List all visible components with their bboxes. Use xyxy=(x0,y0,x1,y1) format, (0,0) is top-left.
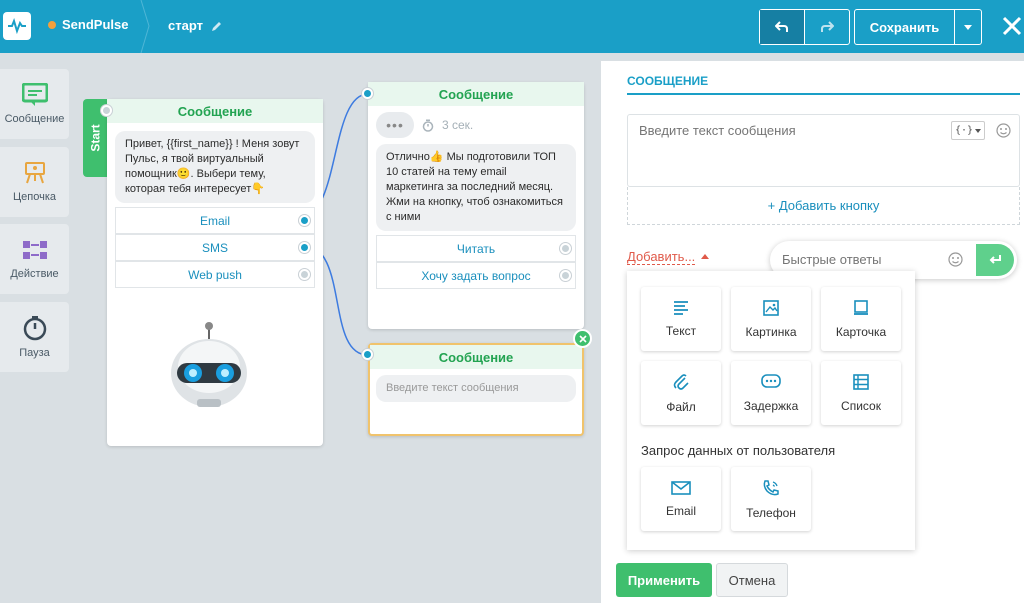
history-controls xyxy=(759,9,850,45)
tile-image[interactable]: Картинка xyxy=(731,287,811,351)
attachment-icon xyxy=(673,373,689,390)
mail-icon xyxy=(671,480,691,495)
start-label: Start xyxy=(88,124,103,152)
node-title: Сообщение xyxy=(370,345,582,369)
tile-label: Картинка xyxy=(745,324,797,339)
node-button-webpush[interactable]: Web push xyxy=(115,261,315,288)
message-editor: {·} xyxy=(627,114,1020,187)
message-node-articles[interactable]: Сообщение ••• 3 сек. Отлично👍 Мы подгото… xyxy=(362,82,584,329)
text-icon xyxy=(674,300,688,315)
output-port[interactable] xyxy=(560,243,571,254)
output-port[interactable] xyxy=(299,242,310,253)
button-label: Email xyxy=(199,213,230,228)
braces-icon: {·} xyxy=(954,125,974,136)
tile-card[interactable]: Карточка xyxy=(821,287,901,351)
tile-file[interactable]: Файл xyxy=(641,361,721,425)
tile-label: Карточка xyxy=(835,324,887,339)
caret-up-icon xyxy=(701,254,709,259)
typing-dots-icon: ••• xyxy=(376,112,414,138)
delete-node-button[interactable] xyxy=(573,329,592,348)
stopwatch-icon xyxy=(422,119,434,132)
output-port[interactable] xyxy=(299,215,310,226)
quick-reply-submit-button[interactable] xyxy=(976,244,1014,276)
tile-label: Список xyxy=(841,398,881,413)
panel-title-underline xyxy=(627,93,1020,95)
chevron-down-icon xyxy=(975,128,982,133)
user-request-heading: Запрос данных от пользователя xyxy=(641,443,836,458)
redo-button[interactable] xyxy=(805,10,849,44)
add-button-link[interactable]: + Добавить кнопку xyxy=(627,187,1020,225)
tile-delay[interactable]: Задержка xyxy=(731,361,811,425)
panel-title: СООБЩЕНИЕ xyxy=(627,74,709,88)
save-controls: Сохранить xyxy=(854,9,982,45)
node-title: Сообщение xyxy=(107,99,323,123)
save-button[interactable]: Сохранить xyxy=(855,10,955,44)
card-icon xyxy=(854,299,868,315)
message-bubble: Отлично👍 Мы подготовили ТОП 10 статей на… xyxy=(376,144,576,231)
button-label: Хочу задать вопрос xyxy=(421,268,531,283)
close-button[interactable] xyxy=(1000,12,1024,40)
tile-label: Телефон xyxy=(746,505,796,520)
undo-button[interactable] xyxy=(760,10,805,44)
tile-text[interactable]: Текст xyxy=(641,287,721,351)
chevron-down-icon xyxy=(964,24,972,30)
close-icon xyxy=(1002,16,1022,36)
tile-label: Задержка xyxy=(743,398,799,413)
save-menu-button[interactable] xyxy=(955,10,981,44)
emoji-icon[interactable] xyxy=(948,252,963,267)
tile-label: Файл xyxy=(666,399,696,414)
close-icon xyxy=(578,334,587,343)
list-icon xyxy=(853,373,869,390)
robot-image xyxy=(171,322,247,407)
return-arrow-icon xyxy=(989,255,1001,264)
input-port[interactable] xyxy=(362,349,373,360)
phone-icon xyxy=(763,479,779,495)
undo-icon xyxy=(775,21,788,32)
cancel-button[interactable]: Отмена xyxy=(716,563,788,597)
input-port[interactable] xyxy=(101,105,112,116)
message-bubble: Привет, {{first_name}} ! Меня зовут Пуль… xyxy=(115,131,315,203)
variables-button[interactable]: {·} xyxy=(951,121,985,140)
tile-label: Текст xyxy=(665,323,697,338)
button-label: SMS xyxy=(201,240,228,255)
output-port[interactable] xyxy=(560,270,571,281)
tile-label: Email xyxy=(665,503,696,518)
input-port[interactable] xyxy=(362,88,373,99)
button-label: Web push xyxy=(188,267,242,282)
node-title: Сообщение xyxy=(368,82,584,106)
tile-phone[interactable]: Телефон xyxy=(731,467,811,531)
emoji-icon[interactable] xyxy=(996,123,1011,138)
image-icon xyxy=(763,299,779,316)
typing-icon xyxy=(761,373,781,388)
tile-email[interactable]: Email xyxy=(641,467,721,531)
quick-replies-input[interactable] xyxy=(782,252,942,267)
node-button-email[interactable]: Email xyxy=(115,207,315,234)
redo-icon xyxy=(821,21,834,32)
message-node-start[interactable]: Сообщение Привет, {{first_name}} ! Меня … xyxy=(101,99,323,446)
delay-row: ••• 3 сек. xyxy=(376,112,576,138)
message-bubble-placeholder: Введите текст сообщения xyxy=(376,375,576,402)
node-button-sms[interactable]: SMS xyxy=(115,234,315,261)
tile-list[interactable]: Список xyxy=(821,361,901,425)
apply-button[interactable]: Применить xyxy=(616,563,712,597)
add-element-dropdown[interactable]: Добавить... xyxy=(627,249,696,265)
output-port[interactable] xyxy=(299,269,310,280)
message-text-input[interactable] xyxy=(639,123,939,138)
add-element-menu: Текст Картинка Карточка Файл Задержка Сп… xyxy=(627,271,915,550)
node-button-read[interactable]: Читать xyxy=(376,235,576,262)
button-label: Читать xyxy=(456,241,496,256)
delay-label: 3 сек. xyxy=(442,118,474,132)
message-node-new[interactable]: Сообщение Введите текст сообщения xyxy=(362,329,592,436)
node-button-ask[interactable]: Хочу задать вопрос xyxy=(376,262,576,289)
